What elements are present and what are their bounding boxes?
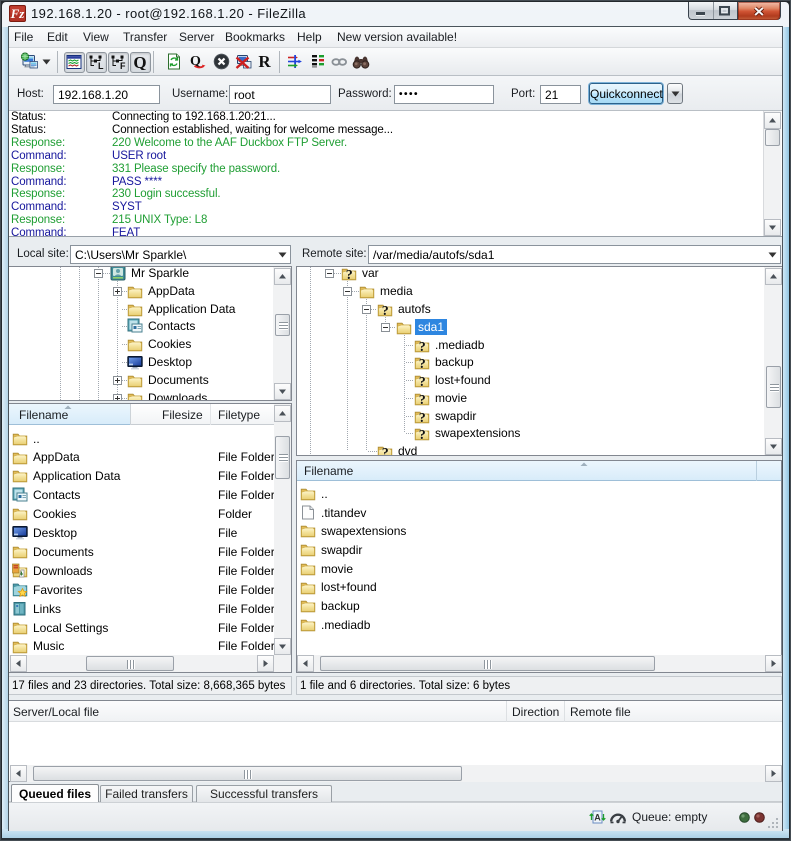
svg-text:?: ? [419,393,426,406]
svg-text:A: A [594,813,601,823]
svg-text:L: L [98,61,104,70]
svg-text:?: ? [419,375,426,388]
svg-text:?: ? [419,340,426,353]
svg-text:?: ? [346,268,353,281]
svg-text:Fz: Fz [10,6,26,21]
svg-text:Q: Q [133,54,146,70]
svg-text:?: ? [382,304,389,317]
svg-text:R: R [258,53,271,69]
svg-text:F: F [120,61,126,70]
svg-text:?: ? [419,411,426,424]
svg-text:?: ? [419,357,426,370]
svg-text:?: ? [419,428,426,441]
svg-text:?: ? [382,446,389,455]
